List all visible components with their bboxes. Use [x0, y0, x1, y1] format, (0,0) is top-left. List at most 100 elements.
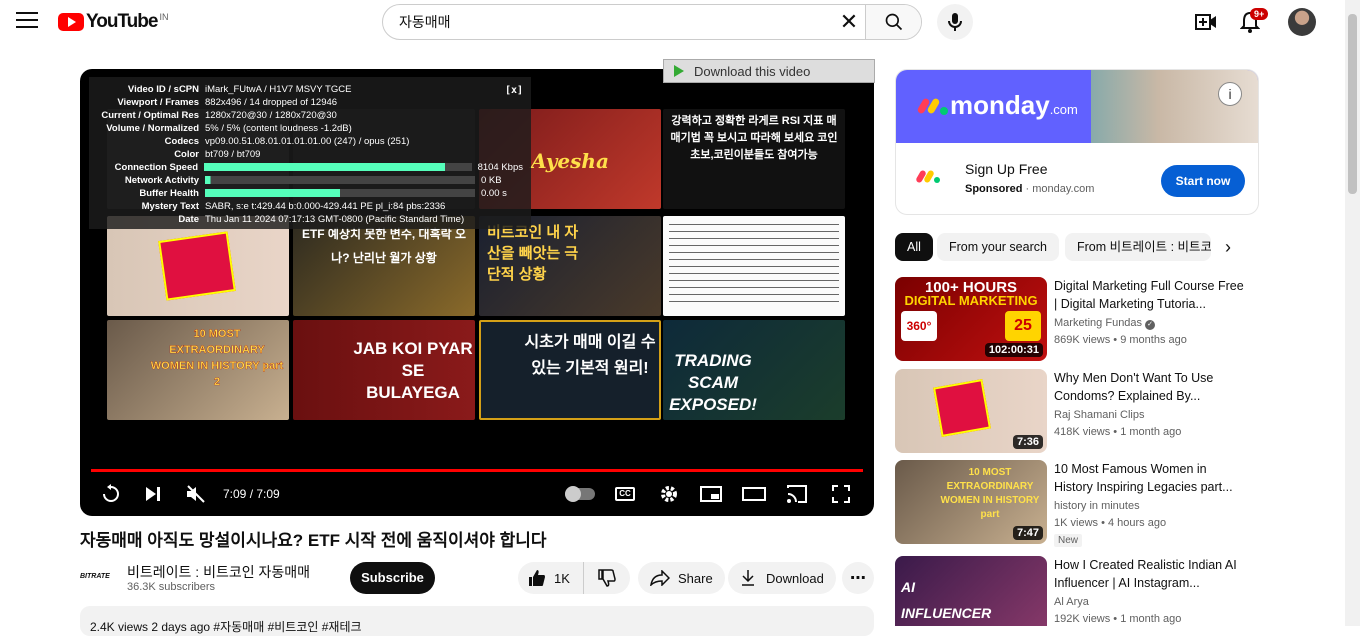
video-title[interactable]: 10 Most Famous Women in History Inspirin…: [1054, 460, 1244, 496]
video-title[interactable]: How I Created Realistic Indian AI Influe…: [1054, 556, 1244, 592]
search-input[interactable]: 자동매매: [383, 5, 833, 39]
channel-avatar[interactable]: BITRATE: [80, 564, 116, 588]
miniplayer-button[interactable]: [699, 483, 723, 505]
next-icon: [146, 487, 160, 501]
youtube-logo[interactable]: YouTube IN: [58, 11, 168, 33]
download-video-bar[interactable]: Download this video: [663, 59, 875, 83]
stats-for-nerds-panel: [x] Video ID / sCPN iMark_FUtwA / H1V7 MS…: [89, 77, 531, 229]
video-meta: 418K views • 1 month ago: [1054, 426, 1182, 438]
video-thumbnail[interactable]: 100+ HOURS DIGITAL MARKETING 360° 25 102…: [895, 277, 1047, 361]
chip-from-channel[interactable]: From 비트레이트 : 비트코: [1065, 233, 1211, 261]
ad-title[interactable]: Sign Up Free: [965, 161, 1047, 177]
youtube-play-icon: [58, 13, 84, 31]
cast-button[interactable]: [785, 483, 809, 505]
replay-icon: [103, 484, 119, 502]
clear-icon[interactable]: ✕: [833, 5, 865, 39]
video-duration: 102:00:31: [984, 343, 1043, 357]
miniplayer-icon: [700, 486, 722, 502]
video-meta: 1K views • 4 hours ago: [1054, 517, 1167, 529]
channel-name[interactable]: Al Arya: [1054, 596, 1089, 608]
mute-button[interactable]: [184, 483, 208, 505]
share-icon: [650, 570, 670, 586]
subscriber-count: 36.3K subscribers: [127, 581, 216, 593]
like-count: 1K: [554, 570, 570, 586]
player-controls: 7:09 / 7:09 CC: [80, 474, 874, 512]
page-scrollbar[interactable]: [1345, 0, 1360, 626]
top-bar: YouTube IN 자동매매 ✕ 9+: [0, 0, 1345, 44]
recommended-video[interactable]: 10 MOST EXTRAORDINARY WOMEN IN HISTORY p…: [895, 460, 1255, 547]
video-thumbnail[interactable]: 10 MOST EXTRAORDINARY WOMEN IN HISTORY p…: [895, 460, 1047, 544]
more-icon: ⋯: [850, 570, 866, 587]
more-actions-button[interactable]: ⋯: [842, 562, 874, 594]
menu-icon[interactable]: [16, 12, 38, 30]
video-meta: 192K views • 1 month ago: [1054, 613, 1182, 625]
video-title[interactable]: Digital Marketing Full Course Free | Dig…: [1054, 277, 1244, 313]
country-code: IN: [159, 12, 169, 22]
end-screen-card[interactable]: 10 MOST EXTRAORDINARY WOMEN IN HISTORY p…: [107, 320, 289, 420]
download-button[interactable]: Download: [728, 562, 836, 594]
scroll-thumb[interactable]: [1348, 14, 1357, 194]
share-button[interactable]: Share: [638, 562, 725, 594]
video-meta: 869K views • 9 months ago: [1054, 334, 1187, 346]
ad-cta-button[interactable]: Start now: [1161, 165, 1245, 197]
autoplay-toggle-icon: [565, 486, 595, 502]
video-thumbnail[interactable]: AI INFLUENCER: [895, 556, 1047, 626]
account-avatar[interactable]: [1288, 8, 1316, 36]
fullscreen-button[interactable]: [829, 483, 853, 505]
channel-name[interactable]: Marketing Fundas ✓: [1054, 317, 1156, 330]
create-video-icon: [1195, 14, 1216, 30]
description-box[interactable]: 2.4K views 2 days ago #자동매매 #비트코인 #재테크: [80, 606, 874, 636]
end-screen-card[interactable]: 시초가 매매 이길 수 있는 기본적 원리!: [479, 320, 661, 420]
download-video-label: Download this video: [694, 64, 811, 79]
end-screen-card[interactable]: [107, 216, 289, 316]
network-activity-graph: [205, 176, 475, 184]
channel-name[interactable]: history in minutes: [1054, 500, 1140, 512]
stats-close-button[interactable]: [x]: [505, 85, 523, 96]
recommended-video[interactable]: 7:36 Why Men Don't Want To Use Condoms? …: [895, 369, 1255, 455]
thumbs-down-icon: [598, 569, 616, 587]
end-screen-card[interactable]: [663, 216, 845, 316]
video-player[interactable]: Ayesha 강력하고 정확한 라게르 RSI 지표 매매기법 꼭 보시고 따라…: [80, 69, 874, 516]
muted-volume-icon: [187, 485, 205, 503]
info-icon[interactable]: i: [1218, 82, 1242, 106]
create-button[interactable]: [1194, 10, 1218, 34]
recommended-video[interactable]: AI INFLUENCER How I Created Realistic In…: [895, 556, 1255, 626]
like-button[interactable]: 1K: [518, 562, 584, 594]
end-screen-card[interactable]: JAB KOI PYAR SE BULAYEGA: [293, 320, 475, 420]
search-box: 자동매매 ✕: [382, 4, 922, 40]
like-dislike-group: 1K: [518, 562, 630, 594]
video-thumbnail[interactable]: 7:36: [895, 369, 1047, 453]
end-screen-card[interactable]: ETF 예상치 못한 변수, 대혹락 오나? 난리난 월가 상황: [293, 216, 475, 316]
new-badge: New: [1054, 534, 1083, 547]
chip-all[interactable]: All: [895, 233, 933, 261]
channel-name[interactable]: 비트레이트 : 비트코인 자동매매: [127, 562, 310, 582]
subscribe-button[interactable]: Subscribe: [350, 562, 435, 594]
video-duration: 7:47: [1012, 526, 1043, 540]
end-screen-card[interactable]: 비트코인 내 자산을 빼앗는 극단적 상황: [479, 216, 661, 316]
buffer-health-graph: [205, 189, 475, 197]
video-title[interactable]: Why Men Don't Want To Use Condoms? Expla…: [1054, 369, 1244, 405]
settings-button[interactable]: [657, 483, 681, 505]
end-screen-card[interactable]: 강력하고 정확한 라게르 RSI 지표 매매기법 꼭 보시고 따라해 보세요 코…: [663, 109, 845, 209]
recommended-video[interactable]: 100+ HOURS DIGITAL MARKETING 360° 25 102…: [895, 277, 1255, 363]
notification-badge: 9+: [1250, 8, 1269, 20]
autoplay-toggle[interactable]: [564, 483, 596, 505]
end-screen-card[interactable]: TRADING SCAM EXPOSED!: [663, 320, 845, 420]
channel-name[interactable]: Raj Shamani Clips: [1054, 409, 1144, 421]
dislike-button[interactable]: [584, 562, 630, 594]
microphone-icon: [948, 13, 962, 31]
replay-button[interactable]: [99, 483, 123, 505]
next-button[interactable]: [141, 483, 165, 505]
fullscreen-icon: [832, 485, 850, 503]
voice-search-button[interactable]: [937, 4, 973, 40]
chip-from-search[interactable]: From your search: [937, 233, 1059, 261]
chevron-right-icon[interactable]: ›: [1225, 237, 1231, 258]
ad-card[interactable]: monday.com i Sign Up Free Sponsored · mo…: [895, 69, 1259, 215]
ad-photo: [1091, 70, 1258, 143]
subtitles-button[interactable]: CC: [613, 483, 637, 505]
search-button[interactable]: [865, 5, 921, 39]
theater-mode-button[interactable]: [742, 483, 766, 505]
ad-banner[interactable]: monday.com i: [896, 70, 1258, 143]
progress-bar[interactable]: [91, 469, 863, 472]
gear-icon: [661, 486, 677, 502]
